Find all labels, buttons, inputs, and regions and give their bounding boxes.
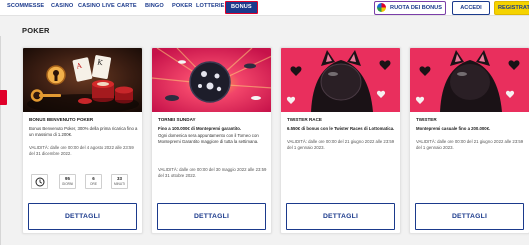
- promo-image-twister: [410, 48, 529, 112]
- nav-item-bonus[interactable]: BONUS: [225, 1, 258, 14]
- promo-card-bonus-benvenuto: A K BONUS BENVENUTO POKER Bonus Benvenut…: [22, 47, 143, 234]
- countdown-days: 95 GIORNI: [59, 174, 76, 189]
- promo-title: TWISTER RACE: [287, 117, 322, 122]
- countdown-days-label: GIORNI: [61, 182, 74, 186]
- promo-countdown: 95 GIORNI 6 ORE 33 MINUTI: [29, 174, 138, 190]
- promo-validity: VALIDITÀ: dalle ore 00:00 del 21 giugno …: [287, 139, 395, 151]
- promo-description: Ogni domenica sera appuntamento con il T…: [158, 133, 259, 145]
- dettagli-button[interactable]: DETTAGLI: [286, 203, 395, 230]
- dettagli-button[interactable]: DETTAGLI: [28, 203, 137, 230]
- nav-item-scommesse[interactable]: SCOMMESSE: [7, 3, 44, 9]
- ruota-dei-bonus-label: RUOTA DEI BONUS: [390, 5, 442, 11]
- promo-validity: VALIDITÀ: dalle ore 00:00 del 4 agosto 2…: [29, 145, 134, 157]
- promo-validity: VALIDITÀ: dalle ore 00:00 del 21 giugno …: [416, 139, 524, 151]
- promo-image-tornei-sunday: [152, 48, 271, 112]
- promo-image-bonus-benvenuto: A K: [23, 48, 142, 112]
- promo-card-twister-race: TWISTER RACE 6.550€ di bonus con le Twis…: [280, 47, 401, 234]
- countdown-minutes-value: 33: [117, 176, 122, 181]
- top-navigation: SCOMMESSE CASINO CASINO LIVE CARTE BINGO…: [0, 0, 529, 16]
- promo-validity: VALIDITÀ: dalle ore 00:00 del 30 maggio …: [158, 167, 267, 179]
- promo-title: TORNEI SUNDAY: [158, 117, 196, 122]
- promo-title: TWISTER: [416, 117, 437, 122]
- nav-item-bingo[interactable]: BINGO: [145, 3, 164, 9]
- left-divider: [0, 36, 1, 245]
- ruota-dei-bonus-button[interactable]: RUOTA DEI BONUS: [374, 1, 446, 15]
- promo-title: BONUS BENVENUTO POKER: [29, 117, 94, 122]
- countdown-days-value: 95: [65, 176, 70, 181]
- countdown-hours-value: 6: [92, 176, 95, 181]
- nav-item-poker[interactable]: POKER: [172, 3, 192, 9]
- page: SCOMMESSE CASINO CASINO LIVE CARTE BINGO…: [0, 0, 529, 245]
- countdown-minutes: 33 MINUTI: [111, 174, 128, 189]
- promo-subtitle: Montepremi casuale fino a 200.000€.: [416, 126, 491, 131]
- accedi-button[interactable]: ACCEDI: [452, 1, 490, 15]
- wheel-icon: [377, 3, 386, 12]
- promo-subtitle: Fino a 100.000€ di Montepremi garantito.: [158, 126, 242, 131]
- nav-item-casino-live[interactable]: CASINO LIVE: [78, 3, 115, 9]
- promo-card-tornei-sunday: TORNEI SUNDAY Fino a 100.000€ di Montepr…: [151, 47, 272, 234]
- dettagli-button[interactable]: DETTAGLI: [415, 203, 524, 230]
- promo-subtitle: 6.550€ di bonus con le Twister Races di …: [287, 126, 395, 131]
- countdown-minutes-label: MINUTI: [114, 182, 125, 186]
- promo-card-twister: TWISTER Montepremi casuale fino a 200.00…: [409, 47, 529, 234]
- promo-image-twister-race: [281, 48, 400, 112]
- nav-item-lotterie[interactable]: LOTTERIE: [196, 3, 224, 9]
- section-title: POKER: [22, 26, 50, 35]
- dettagli-button[interactable]: DETTAGLI: [157, 203, 266, 230]
- clock-icon: [31, 174, 48, 189]
- countdown-hours-label: ORE: [90, 182, 97, 186]
- nav-item-casino[interactable]: CASINO: [51, 3, 73, 9]
- registrati-button[interactable]: REGISTRATI: [494, 1, 529, 15]
- nav-item-carte[interactable]: CARTE: [117, 3, 137, 9]
- side-tab[interactable]: [0, 90, 7, 105]
- countdown-hours: 6 ORE: [85, 174, 102, 189]
- promo-description: Bonus Benvenuto Poker, 300% della prima …: [29, 126, 138, 138]
